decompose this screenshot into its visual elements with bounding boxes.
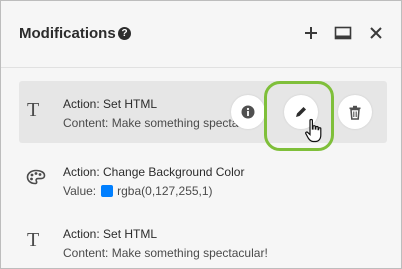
color-value: rgba(0,127,255,1) (117, 184, 213, 198)
modification-item-change-background[interactable]: Action: Change Background Color Value: rg… (19, 149, 387, 205)
close-icon (370, 27, 382, 39)
modification-detail: Content: Make something spectacular! (63, 246, 268, 260)
text-type-icon: T (27, 229, 40, 251)
modification-detail: Content: Make something spectacular! (63, 116, 245, 130)
modification-action: Action: Change Background Color (63, 165, 245, 179)
delete-button[interactable] (338, 95, 372, 129)
layout-icon (334, 26, 352, 40)
value-label: Value: (63, 184, 97, 198)
add-icon (305, 27, 317, 39)
text-type-icon: T (27, 99, 40, 121)
panel-title: Modifications (19, 25, 116, 42)
modification-item-set-html[interactable]: T Action: Set HTML Content: Make somethi… (19, 211, 387, 267)
color-swatch (101, 185, 114, 197)
help-icon[interactable]: ? (118, 27, 131, 40)
add-button[interactable] (301, 23, 321, 43)
trash-icon (349, 105, 361, 120)
close-button[interactable] (366, 23, 386, 43)
modification-action: Action: Set HTML (63, 97, 158, 111)
modifications-panel: Modifications ? T Action: Set HTML Conte… (0, 0, 402, 269)
modification-action: Action: Set HTML (63, 227, 158, 241)
palette-icon (26, 169, 46, 190)
layout-button[interactable] (333, 23, 353, 43)
info-button[interactable] (231, 95, 265, 129)
hand-cursor-icon (305, 118, 322, 143)
panel-header: Modifications ? (1, 1, 401, 68)
info-icon (241, 105, 255, 119)
modification-detail: Value: rgba(0,127,255,1) (63, 184, 213, 198)
